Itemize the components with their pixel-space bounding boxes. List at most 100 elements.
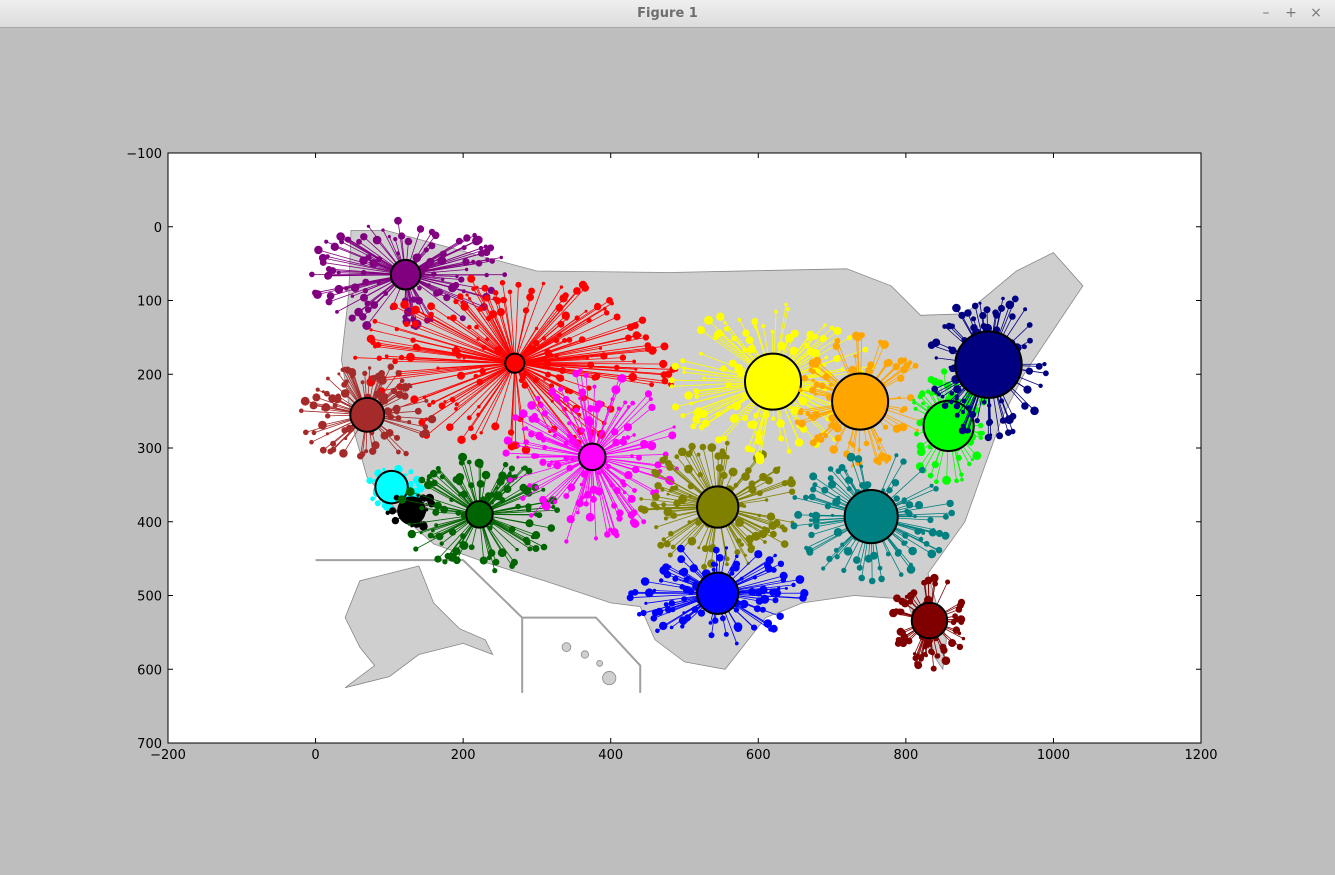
assigned-point xyxy=(834,554,840,560)
assigned-point xyxy=(503,485,512,493)
assigned-point xyxy=(931,385,939,393)
assigned-point xyxy=(422,424,429,430)
assigned-point xyxy=(455,352,463,359)
assigned-point xyxy=(747,541,753,547)
assigned-point xyxy=(893,495,900,502)
assigned-point xyxy=(377,263,381,267)
assigned-point xyxy=(770,567,777,573)
x-tick-label: 0 xyxy=(311,748,319,763)
cluster-center-circle xyxy=(843,489,899,545)
assigned-point xyxy=(637,612,642,617)
assigned-point xyxy=(794,510,803,519)
assigned-point xyxy=(652,469,661,478)
assigned-point xyxy=(950,619,957,626)
assigned-point xyxy=(372,318,378,324)
assigned-point xyxy=(311,402,315,407)
assigned-point xyxy=(687,536,697,546)
assigned-point xyxy=(731,335,737,342)
assigned-point xyxy=(459,315,466,322)
assigned-point xyxy=(579,496,584,501)
hawaii-island xyxy=(580,650,589,659)
assigned-point xyxy=(720,365,727,372)
assigned-point xyxy=(941,368,948,375)
assigned-point xyxy=(527,401,537,410)
assigned-point xyxy=(659,359,668,369)
x-tick-label: 800 xyxy=(893,748,918,763)
assigned-point xyxy=(594,400,604,409)
assigned-point xyxy=(785,306,791,312)
assigned-point xyxy=(699,443,707,451)
assigned-point xyxy=(502,449,510,457)
assigned-point xyxy=(532,545,540,552)
assigned-point xyxy=(632,331,641,340)
assigned-point xyxy=(535,395,541,402)
assigned-point xyxy=(715,464,724,472)
assigned-point xyxy=(970,316,977,322)
assigned-point xyxy=(692,415,701,424)
assigned-point xyxy=(437,469,441,474)
y-tick-label: 600 xyxy=(137,663,162,678)
assigned-point xyxy=(430,399,436,405)
assigned-point xyxy=(492,290,499,296)
assigned-point xyxy=(572,369,580,378)
assigned-point xyxy=(546,462,552,468)
assigned-point xyxy=(539,458,547,466)
assigned-point xyxy=(508,429,514,436)
assigned-point xyxy=(405,487,415,497)
assigned-point xyxy=(578,367,583,372)
assigned-point xyxy=(864,554,873,563)
assigned-point xyxy=(978,435,984,440)
assigned-point xyxy=(910,589,918,597)
assigned-point xyxy=(957,631,962,636)
assigned-point xyxy=(660,342,669,351)
assigned-point xyxy=(684,391,693,400)
assigned-point xyxy=(863,440,870,447)
assigned-point xyxy=(915,428,919,432)
assigned-point xyxy=(671,403,680,411)
assigned-point xyxy=(666,492,670,496)
assigned-point xyxy=(418,476,426,484)
assigned-point xyxy=(949,399,954,405)
assigned-point xyxy=(419,430,427,438)
assigned-point xyxy=(403,321,410,327)
assigned-point xyxy=(419,531,423,535)
assigned-point xyxy=(391,516,400,525)
minimize-button[interactable]: – xyxy=(1257,4,1275,22)
assigned-point xyxy=(960,477,964,482)
assigned-point xyxy=(761,324,766,329)
assigned-point xyxy=(862,346,869,353)
assigned-point xyxy=(520,495,526,501)
maximize-button[interactable]: + xyxy=(1282,4,1300,22)
assigned-point xyxy=(481,284,489,292)
assigned-point xyxy=(854,455,863,463)
assigned-point xyxy=(408,469,414,475)
assigned-point xyxy=(720,471,728,480)
assigned-point xyxy=(360,233,368,241)
assigned-point xyxy=(841,567,847,574)
assigned-point xyxy=(823,323,827,327)
assigned-point xyxy=(387,235,391,239)
assigned-point xyxy=(459,541,463,545)
assigned-point xyxy=(416,225,425,233)
assigned-point xyxy=(417,286,422,291)
assigned-point xyxy=(541,410,548,417)
assigned-point xyxy=(843,547,853,556)
assigned-point xyxy=(804,342,811,349)
assigned-point xyxy=(669,625,674,630)
assigned-point xyxy=(413,546,419,552)
assigned-point xyxy=(663,516,668,521)
assigned-point xyxy=(808,531,815,539)
assigned-point xyxy=(364,449,369,454)
assigned-point xyxy=(309,271,315,278)
assigned-point xyxy=(448,283,457,293)
assigned-point xyxy=(954,412,960,418)
assigned-point xyxy=(884,459,889,464)
assigned-point xyxy=(509,563,515,569)
assigned-point xyxy=(508,465,515,472)
x-tick-label: 1000 xyxy=(1037,748,1070,763)
close-button[interactable]: × xyxy=(1307,4,1325,22)
assigned-point xyxy=(807,352,812,356)
assigned-point xyxy=(921,579,927,586)
assigned-point xyxy=(747,420,755,429)
assigned-point xyxy=(584,416,594,425)
